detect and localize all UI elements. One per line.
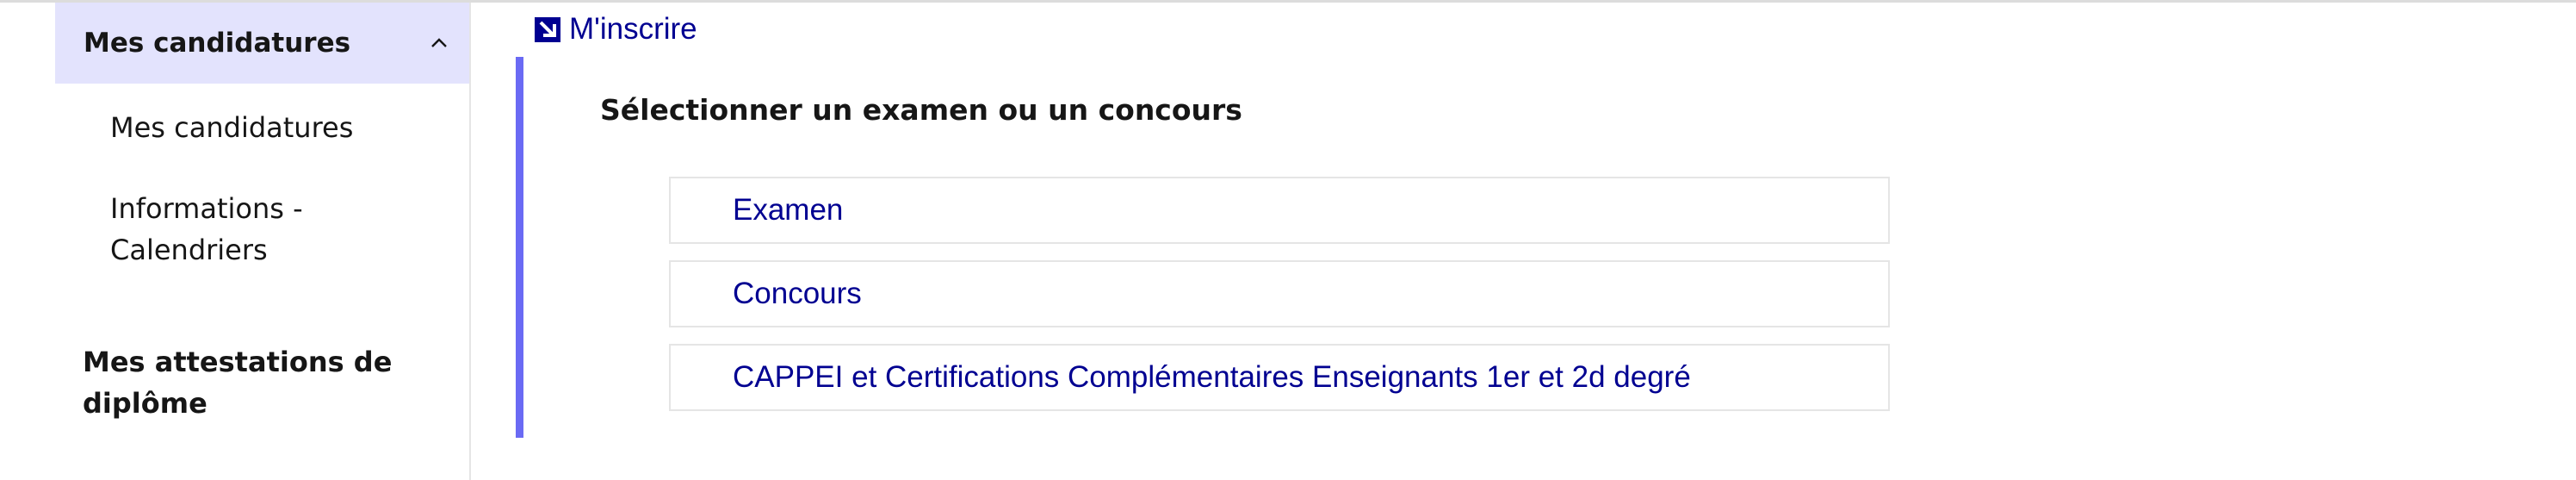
option-concours[interactable]: Concours	[669, 260, 1890, 327]
sidebar-item-mes-candidatures[interactable]: Mes candidatures	[110, 107, 368, 148]
arrow-down-right-icon	[533, 15, 562, 44]
sidebar-item-informations-calendriers[interactable]: Informations - Calendriers	[110, 188, 368, 271]
option-cappei[interactable]: CAPPEI et Certifications Complémentaires…	[669, 344, 1890, 411]
sidebar-item-mes-attestations[interactable]: Mes attestations de diplôme	[83, 341, 410, 424]
option-label: Concours	[733, 277, 862, 310]
inscrire-link[interactable]: M'inscrire	[533, 10, 697, 48]
select-title: Sélectionner un examen ou un concours	[600, 93, 1242, 127]
chevron-up-icon[interactable]	[430, 34, 449, 53]
inscrire-link-label: M'inscrire	[569, 12, 697, 46]
option-label: Examen	[733, 193, 844, 227]
option-examen[interactable]: Examen	[669, 177, 1890, 244]
sidebar-section-mes-candidatures[interactable]: Mes candidatures	[55, 3, 469, 84]
sidebar-section-title: Mes candidatures	[84, 28, 351, 59]
accent-bar	[516, 57, 523, 438]
option-label: CAPPEI et Certifications Complémentaires…	[733, 360, 1691, 394]
sidebar: Mes candidatures Mes candidatures Inform…	[0, 3, 471, 480]
